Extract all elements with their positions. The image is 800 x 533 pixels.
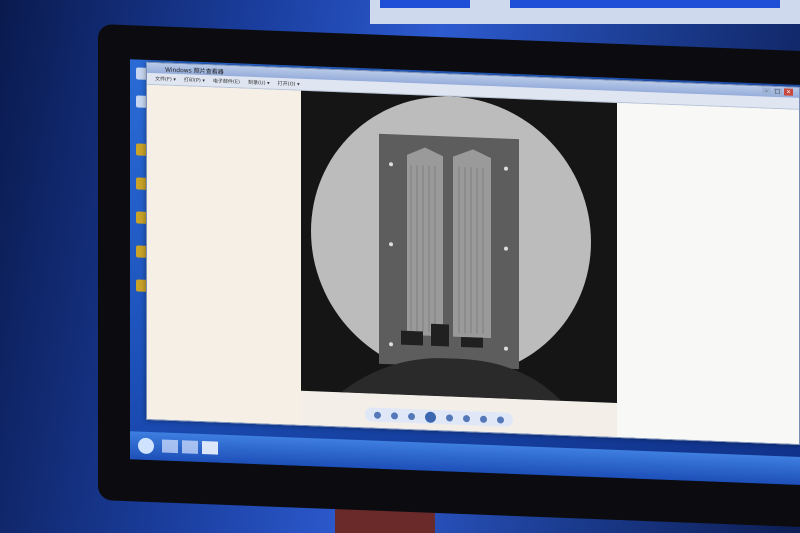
taskbar-item-photo-viewer[interactable] (202, 440, 218, 455)
close-button[interactable]: × (784, 88, 793, 96)
menu-email[interactable]: 电子邮件(E) (213, 77, 240, 85)
zoom-icon[interactable] (374, 411, 381, 419)
taskbar-item[interactable] (162, 439, 178, 454)
menu-print[interactable]: 打印(P) ▾ (184, 76, 205, 84)
viewer-background-right (617, 102, 799, 444)
rotate-left-icon[interactable] (463, 414, 470, 422)
room-band (510, 0, 780, 8)
viewer-toolbar (365, 407, 513, 427)
menu-burn[interactable]: 刻录(U) ▾ (248, 79, 270, 87)
minimize-button[interactable]: – (762, 87, 771, 95)
xray-image (301, 90, 617, 403)
taskbar-item[interactable] (182, 440, 198, 454)
viewer-content (147, 84, 799, 444)
monitor-bezel: Windows 照片查看器 – □ × 文件(F) ▾ 打印(P) ▾ 电子邮件… (98, 24, 800, 528)
next-icon[interactable] (446, 413, 453, 422)
previous-icon[interactable] (408, 412, 415, 420)
slideshow-icon[interactable] (425, 411, 436, 423)
menu-open[interactable]: 打开(O) ▾ (278, 80, 300, 88)
room-background (370, 0, 800, 24)
menu-file[interactable]: 文件(F) ▾ (155, 75, 176, 83)
delete-icon[interactable] (497, 415, 504, 424)
xray-tube-left (407, 147, 443, 337)
desktop-screen: Windows 照片查看器 – □ × 文件(F) ▾ 打印(P) ▾ 电子邮件… (130, 59, 800, 486)
photo-viewer-window: Windows 照片查看器 – □ × 文件(F) ▾ 打印(P) ▾ 电子邮件… (146, 61, 800, 445)
xray-base-shadow (341, 358, 561, 401)
start-button[interactable] (138, 437, 154, 455)
rotate-right-icon[interactable] (480, 415, 487, 423)
fit-icon[interactable] (391, 411, 398, 420)
window-controls: – □ × (762, 87, 793, 96)
maximize-button[interactable]: □ (773, 87, 782, 96)
viewer-background-left (147, 84, 301, 425)
room-band (380, 0, 470, 8)
